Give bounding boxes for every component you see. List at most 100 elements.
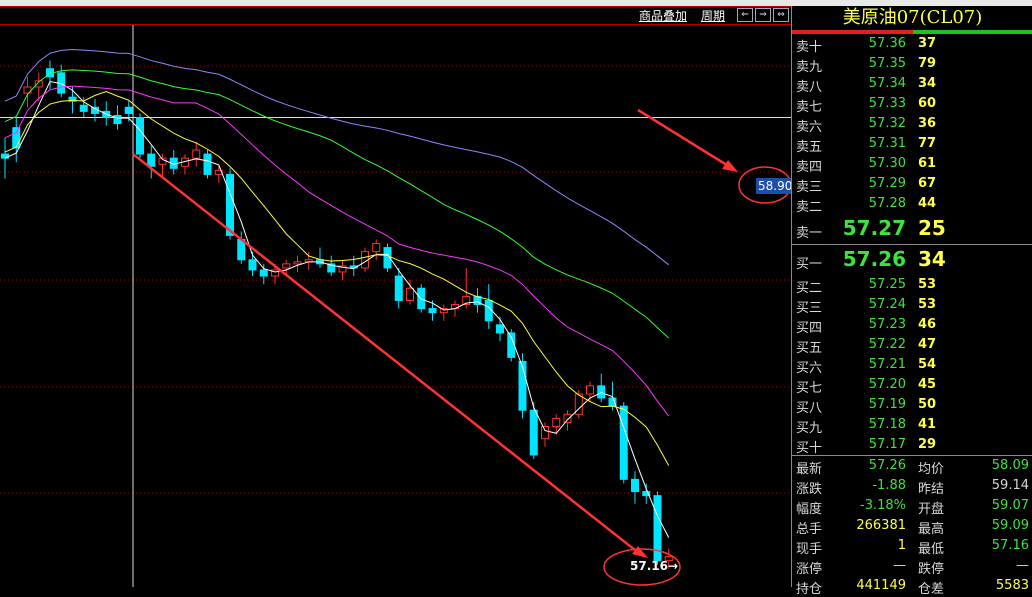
ask-vol: 44 — [918, 196, 936, 211]
ask-price: 57.33 — [869, 96, 906, 111]
ma-line-green — [5, 70, 669, 338]
ask-label: 卖二 — [796, 196, 822, 215]
ma-line-blue — [5, 50, 669, 265]
candle-body — [598, 386, 605, 398]
ask-1-label: 卖一 — [796, 222, 822, 241]
cur-vol-value: 1 — [898, 538, 906, 553]
ask-row[interactable]: 卖九 57.35 79 — [792, 54, 1032, 74]
bid-row[interactable]: 买十57.1729 — [792, 435, 1032, 455]
open-label: 开盘 — [918, 498, 944, 517]
ask-row[interactable]: 卖四 57.30 61 — [792, 154, 1032, 174]
scroll-left-icon[interactable]: ⇐ — [737, 8, 753, 22]
contract-title: 美原油07(CL07) — [792, 6, 1032, 30]
stats-row: 最新 57.26 均价 58.09 — [792, 456, 1032, 476]
nav-buttons: ⇐ ⇒ ⇔ — [735, 8, 789, 22]
ask-price: 57.35 — [869, 56, 906, 71]
range-label: 幅度 — [796, 498, 822, 517]
bid-price: 57.22 — [869, 337, 906, 352]
restore-icon[interactable]: ⇔ — [773, 8, 789, 22]
candle-body — [148, 154, 155, 166]
prev-settle-label: 昨结 — [918, 478, 944, 497]
kline-svg[interactable] — [0, 6, 791, 587]
ask-label: 卖五 — [796, 136, 822, 155]
candle-body — [587, 386, 594, 394]
bid-vol: 53 — [918, 297, 936, 312]
candle-body — [283, 264, 290, 268]
bid-row[interactable]: 买八57.1950 — [792, 395, 1032, 415]
ask-price: 57.34 — [869, 76, 906, 91]
diff-value: 5583 — [996, 578, 1029, 593]
candle-body — [137, 117, 144, 154]
candle-body — [620, 406, 627, 479]
bid-1-row[interactable]: 买一 57.26 34 — [792, 245, 1032, 275]
ask-row[interactable]: 卖二57.2844 — [792, 194, 1032, 214]
last-price-label: 57.16→ — [630, 559, 678, 573]
stats-row: 持仓 441149 仓差 5583 — [792, 576, 1032, 596]
ask-vol: 36 — [918, 116, 936, 131]
total-vol-value: 266381 — [856, 518, 906, 533]
ask-label: 卖四 — [796, 156, 822, 175]
ask-1-row[interactable]: 卖一 57.27 25 — [792, 214, 1032, 244]
total-vol-label: 总手 — [796, 518, 822, 537]
overlay-button[interactable]: 商品叠加 — [635, 7, 691, 24]
stats-row: 涨停 — 跌停 — — [792, 556, 1032, 576]
candle-body — [227, 174, 234, 235]
ask-vol: 34 — [918, 76, 936, 91]
ask-row[interactable]: 卖三57.2967 — [792, 174, 1032, 194]
period-button[interactable]: 周期 — [697, 7, 729, 24]
bid-price: 57.21 — [869, 357, 906, 372]
ask-row[interactable]: 卖七57.3360 — [792, 94, 1032, 114]
ask-1-vol: 25 — [918, 216, 946, 240]
ask-vol: 61 — [918, 156, 936, 171]
quote-panel: 美原油07(CL07) 卖十57.3637卖九57.3579卖八57.3434卖… — [791, 6, 1032, 587]
candle-body — [564, 414, 571, 422]
ask-price: 57.30 — [869, 156, 906, 171]
ask-label: 卖十 — [796, 36, 822, 55]
ask-row[interactable]: 卖十57.3637 — [792, 34, 1032, 54]
change-value: -1.88 — [872, 478, 906, 493]
ask-row[interactable]: 卖五57.3177 — [792, 134, 1032, 154]
ask-price: 57.31 — [869, 136, 906, 151]
bid-1-price: 57.26 — [843, 247, 906, 271]
bid-vol: 53 — [918, 277, 936, 292]
ask-price: 57.32 — [869, 116, 906, 131]
stats-row: 现手 1 最低 57.16 — [792, 536, 1032, 556]
trend-arrow-line — [133, 154, 640, 554]
candle-body — [373, 244, 380, 252]
bid-vol: 50 — [918, 397, 936, 412]
bid-row[interactable]: 买三57.2453 — [792, 295, 1032, 315]
bid-label: 买六 — [796, 357, 822, 376]
bid-price: 57.18 — [869, 417, 906, 432]
candle-body — [530, 410, 537, 455]
kline-chart[interactable]: 商品叠加 周期 ⇐ ⇒ ⇔ 58.90 57.16→ — [0, 6, 791, 587]
candle-body — [429, 309, 436, 313]
high-label: 最高 — [918, 518, 944, 537]
bid-row[interactable]: 买六57.2154 — [792, 355, 1032, 375]
bid-row[interactable]: 买二57.2553 — [792, 275, 1032, 295]
ask-row[interactable]: 卖六57.3236 — [792, 114, 1032, 134]
bid-label: 买十 — [796, 437, 822, 456]
latest-label: 最新 — [796, 458, 822, 477]
candle-body — [407, 288, 414, 300]
limit-up-label: 涨停 — [796, 558, 822, 577]
bid-label: 买四 — [796, 317, 822, 336]
bid-row[interactable]: 买五57.2247 — [792, 335, 1032, 355]
bid-label: 买二 — [796, 277, 822, 296]
bid-row[interactable]: 买九57.1841 — [792, 415, 1032, 435]
ask-vol: 79 — [918, 56, 936, 71]
scroll-right-icon[interactable]: ⇒ — [755, 8, 771, 22]
limit-down-value: — — [1016, 558, 1029, 573]
ask-price: 57.36 — [869, 36, 906, 51]
ask-book: 卖十57.3637卖九57.3579卖八57.3434卖七57.3360卖六57… — [792, 34, 1032, 214]
latest-value: 57.26 — [869, 458, 906, 473]
bid-vol: 46 — [918, 317, 936, 332]
bid-row[interactable]: 买四57.2346 — [792, 315, 1032, 335]
bid-row[interactable]: 买七57.2045 — [792, 375, 1032, 395]
bid-price: 57.17 — [869, 437, 906, 452]
candle-body — [114, 115, 121, 123]
ask-label: 卖九 — [796, 56, 822, 75]
diff-label: 仓差 — [918, 578, 944, 597]
crosshair-arrow-line — [638, 110, 730, 167]
ask-row[interactable]: 卖八57.3434 — [792, 74, 1032, 94]
candle-body — [452, 305, 459, 309]
